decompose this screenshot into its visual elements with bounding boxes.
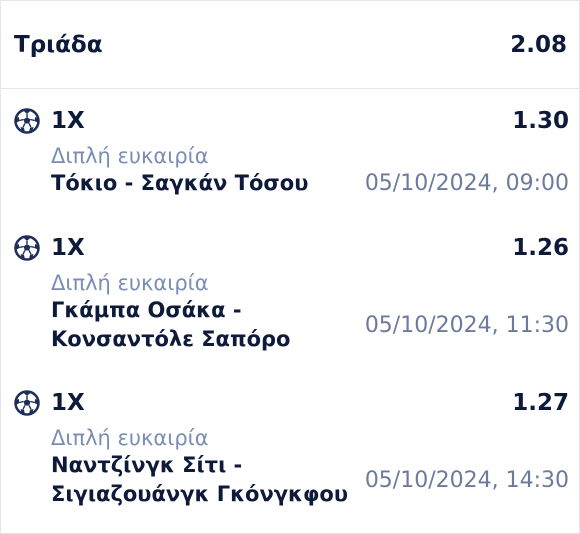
market-name: Διπλή ευκαιρία	[51, 426, 209, 450]
event-line: Τόκιο - Σαγκάν Τόσου	[51, 171, 309, 195]
selection-item[interactable]: 1X 1.27 Διπλή ευκαιρία Ναντζίνγκ Σίτι - …	[1, 387, 579, 509]
event-name: Τόκιο - Σαγκάν Τόσου	[51, 169, 308, 198]
selection-pick: 1X	[51, 108, 85, 134]
event-name: Ναντζίνγκ Σίτι - Σιγιαζουάνγκ Γκόνγκφου	[51, 451, 348, 509]
event-line: Γκάμπα Οσάκα -	[51, 298, 242, 322]
event-datetime: 05/10/2024, 14:30	[364, 467, 569, 493]
soccer-ball-icon	[14, 390, 40, 416]
event-name: Γκάμπα Οσάκα - Κονσαντόλε Σαπόρο	[51, 296, 290, 354]
soccer-ball-icon	[14, 108, 40, 134]
market-name: Διπλή ευκαιρία	[51, 271, 209, 295]
total-odds: 2.08	[510, 31, 567, 58]
event-datetime: 05/10/2024, 09:00	[364, 171, 569, 196]
bet-type-title: Τριάδα	[14, 31, 103, 58]
event-line: Ναντζίνγκ Σίτι -	[51, 453, 243, 477]
market-name: Διπλή ευκαιρία	[51, 144, 209, 168]
selection-item[interactable]: 1X 1.26 Διπλή ευκαιρία Γκάμπα Οσάκα - Κο…	[1, 232, 579, 354]
soccer-ball-icon	[14, 235, 40, 261]
selection-odds: 1.27	[512, 390, 569, 416]
selection-odds: 1.30	[512, 108, 569, 134]
event-line: Κονσαντόλε Σαπόρο	[51, 327, 291, 351]
selection-pick: 1X	[51, 235, 85, 261]
bet-slip-card: Τριάδα 2.08 1X 1.30 Διπλή ευκαιρία Τόκιο…	[0, 0, 580, 534]
event-datetime: 05/10/2024, 11:30	[364, 312, 569, 338]
selection-odds: 1.26	[512, 235, 569, 261]
event-line: Σιγιαζουάνγκ Γκόνγκφου	[51, 482, 349, 506]
selection-item[interactable]: 1X 1.30 Διπλή ευκαιρία Τόκιο - Σαγκάν Τό…	[1, 105, 579, 198]
selection-pick: 1X	[51, 390, 85, 416]
bet-slip-header[interactable]: Τριάδα 2.08	[1, 1, 579, 89]
